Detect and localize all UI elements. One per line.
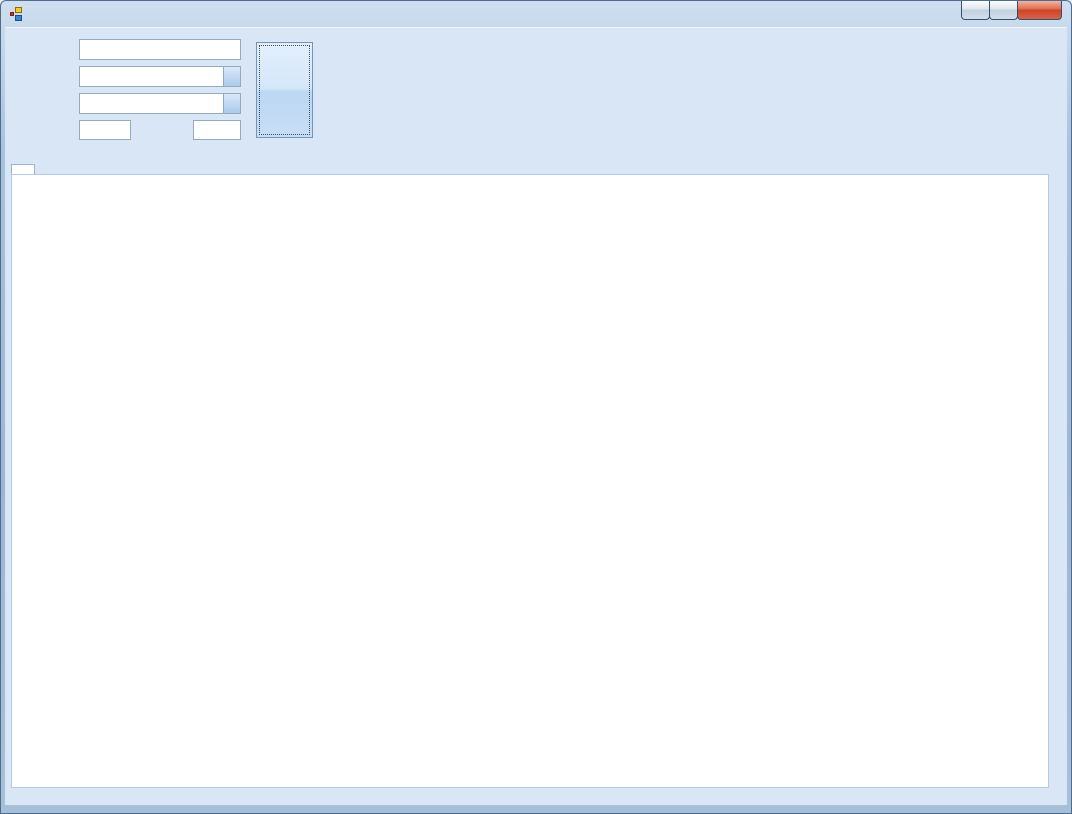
chart-group-1 bbox=[12, 175, 1048, 375]
project-date-picker[interactable] bbox=[79, 39, 241, 60]
minimize-button[interactable] bbox=[961, 1, 990, 20]
km-analysis-tab-page bbox=[11, 174, 1049, 788]
query-button-label bbox=[257, 43, 312, 137]
window-controls bbox=[961, 1, 1062, 20]
group-count-input[interactable] bbox=[193, 120, 241, 140]
combo-arrow-icon[interactable] bbox=[223, 67, 240, 86]
title-bar[interactable] bbox=[1, 1, 1071, 27]
tab-km-total-data-table[interactable] bbox=[42, 165, 64, 174]
tab-km-grouping[interactable] bbox=[71, 165, 93, 174]
tab-km-analysis-chart[interactable] bbox=[11, 164, 35, 174]
chart-group-2 bbox=[12, 375, 1048, 575]
query-button[interactable] bbox=[256, 42, 313, 138]
client-area bbox=[5, 27, 1067, 805]
tab-aggregate-stat-legend[interactable] bbox=[100, 165, 122, 174]
tab-strip bbox=[11, 150, 1061, 174]
decimal-places-input[interactable] bbox=[79, 120, 131, 140]
app-icon bbox=[10, 6, 24, 22]
line-name-combo[interactable] bbox=[79, 93, 241, 114]
project-name-combo[interactable] bbox=[79, 66, 241, 87]
app-window bbox=[0, 0, 1072, 814]
close-button[interactable] bbox=[1017, 1, 1062, 20]
combo-arrow-icon[interactable] bbox=[223, 94, 240, 113]
tab-aggregate-stat-notes[interactable] bbox=[129, 165, 151, 174]
maximize-button[interactable] bbox=[989, 1, 1018, 20]
chart-group-3 bbox=[12, 575, 1048, 775]
